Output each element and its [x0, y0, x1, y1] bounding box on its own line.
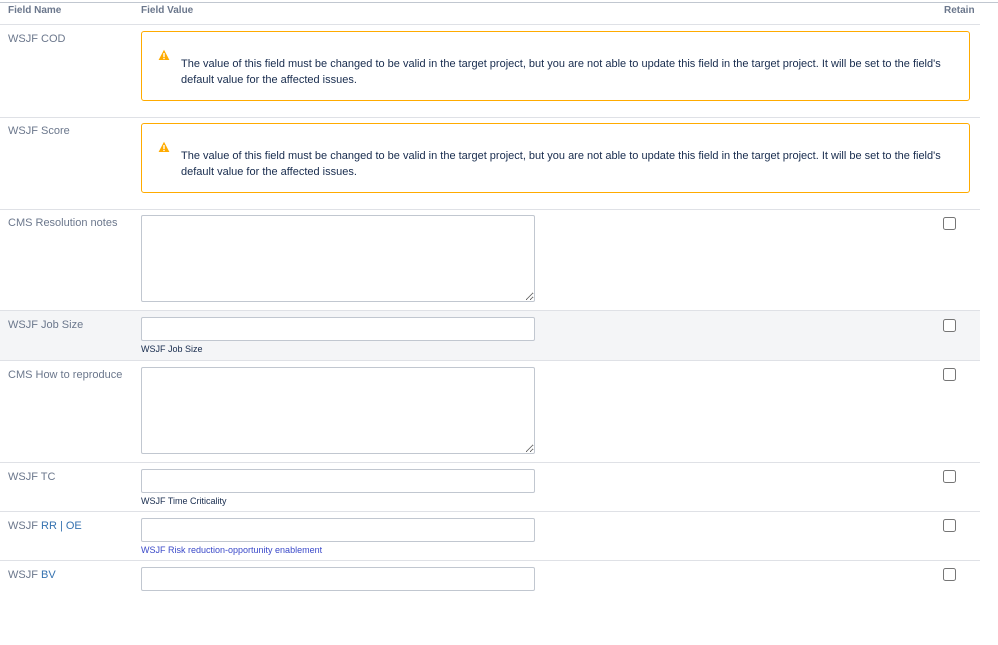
field-label-wsjf-score: WSJF Score — [8, 125, 70, 137]
label-bv-link[interactable]: BV — [41, 569, 56, 581]
label-oe-link[interactable]: OE — [66, 520, 82, 532]
field-row-wsjf-bv: WSJF BV — [0, 561, 980, 599]
wsjf-tc-input[interactable] — [141, 469, 535, 493]
field-row-wsjf-rr-oe: WSJF RR | OE WSJF Risk reduction-opportu… — [0, 512, 980, 561]
field-label-wsjf-rr-oe: WSJF RR | OE — [8, 520, 82, 532]
wsjf-bv-input[interactable] — [141, 567, 535, 591]
field-row-cms-resolution-notes: CMS Resolution notes — [0, 209, 980, 311]
wsjf-job-size-input[interactable] — [141, 317, 535, 341]
warning-message-wsjf-score: The value of this field must be changed … — [141, 123, 970, 193]
warning-icon — [158, 141, 170, 152]
field-label-cms-resolution-notes: CMS Resolution notes — [8, 217, 118, 229]
warning-icon — [158, 49, 170, 60]
label-separator: | — [56, 520, 66, 532]
field-row-wsjf-cod: WSJF COD The value of this field must be… — [0, 25, 980, 118]
column-header-field-name: Field Name — [8, 5, 62, 16]
warning-message-wsjf-cod: The value of this field must be changed … — [141, 31, 970, 101]
retain-checkbox-wsjf-tc[interactable] — [943, 470, 956, 483]
field-row-wsjf-score: WSJF Score The value of this field must … — [0, 117, 980, 210]
field-description-wsjf-job-size: WSJF Job Size — [141, 344, 203, 354]
retain-checkbox-wsjf-job-size[interactable] — [943, 319, 956, 332]
top-border — [0, 2, 998, 3]
field-label-wsjf-cod: WSJF COD — [8, 33, 66, 45]
label-prefix: WSJF — [8, 569, 41, 581]
retain-checkbox-wsjf-rr-oe[interactable] — [943, 519, 956, 532]
column-header-field-value: Field Value — [141, 5, 194, 16]
field-label-wsjf-bv: WSJF BV — [8, 569, 56, 581]
column-header-retain: Retain — [944, 5, 975, 16]
field-label-wsjf-job-size: WSJF Job Size — [8, 319, 84, 331]
cms-resolution-notes-textarea[interactable] — [141, 215, 535, 302]
field-description-wsjf-tc: WSJF Time Criticality — [141, 496, 227, 506]
field-row-wsjf-tc: WSJF TC WSJF Time Criticality — [0, 463, 980, 512]
label-prefix: WSJF — [8, 520, 41, 532]
warning-text: The value of this field must be changed … — [181, 58, 941, 86]
cms-how-to-reproduce-textarea[interactable] — [141, 367, 535, 454]
field-label-cms-how-to-reproduce: CMS How to reproduce — [8, 369, 123, 381]
field-row-wsjf-job-size: WSJF Job Size WSJF Job Size — [0, 311, 980, 361]
retain-checkbox-cms-how-to-reproduce[interactable] — [943, 368, 956, 381]
retain-checkbox-wsjf-bv[interactable] — [943, 568, 956, 581]
warning-text: The value of this field must be changed … — [181, 150, 941, 178]
label-rr-link[interactable]: RR — [41, 520, 57, 532]
wsjf-rr-oe-input[interactable] — [141, 518, 535, 542]
field-label-wsjf-tc: WSJF TC — [8, 471, 56, 483]
retain-checkbox-cms-resolution-notes[interactable] — [943, 217, 956, 230]
field-description-wsjf-rr-oe: WSJF Risk reduction-opportunity enableme… — [141, 545, 323, 555]
field-row-cms-how-to-reproduce: CMS How to reproduce — [0, 361, 980, 463]
